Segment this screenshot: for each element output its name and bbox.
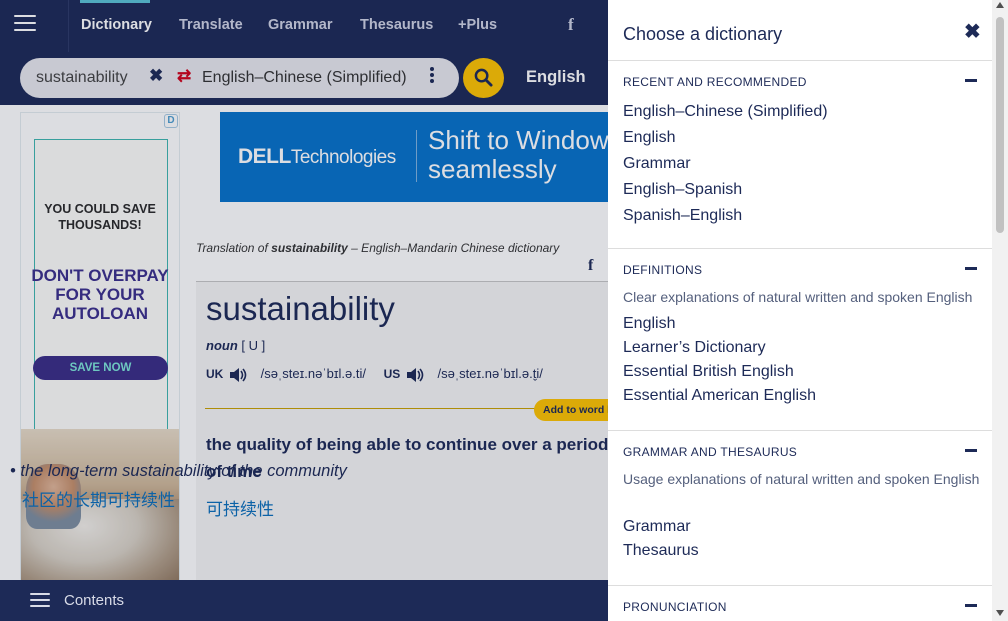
section-description: Clear explanations of natural written an… (623, 289, 973, 305)
section-heading-definitions[interactable]: DEFINITIONS (623, 263, 702, 277)
dictionary-option[interactable]: Spanish–English (623, 207, 828, 233)
collapse-icon[interactable] (965, 449, 977, 452)
collapse-icon[interactable] (965, 604, 977, 607)
dictionary-option[interactable]: English–Chinese (Simplified) (623, 103, 828, 129)
section-heading-grammar-thesaurus[interactable]: GRAMMAR AND THESAURUS (623, 445, 797, 459)
collapse-icon[interactable] (965, 79, 977, 82)
definitions-dictionary-list: English Learner’s Dictionary Essential B… (623, 315, 816, 411)
dictionary-chooser-panel: Choose a dictionary ✖ RECENT AND RECOMME… (608, 0, 1008, 621)
dictionary-option[interactable]: Essential American English (623, 387, 816, 411)
section-description: Usage explanations of natural written an… (623, 471, 980, 487)
contents-bar[interactable]: Contents (0, 580, 608, 621)
scroll-up-arrow-icon[interactable] (996, 2, 1004, 8)
scrollbar-thumb[interactable] (996, 17, 1004, 233)
dictionary-option[interactable]: Thesaurus (623, 542, 699, 566)
dictionary-option[interactable]: English–Spanish (623, 181, 828, 207)
panel-divider (608, 60, 993, 61)
section-heading-recent[interactable]: RECENT AND RECOMMENDED (623, 75, 807, 89)
collapse-icon[interactable] (965, 267, 977, 270)
recent-dictionary-list: English–Chinese (Simplified) English Gra… (623, 103, 828, 233)
dictionary-option[interactable]: Grammar (623, 518, 699, 542)
contents-menu-icon (30, 593, 50, 609)
panel-title: Choose a dictionary (623, 24, 783, 44)
scrollbar[interactable] (992, 0, 1008, 621)
panel-divider (608, 585, 993, 586)
dictionary-option[interactable]: Learner’s Dictionary (623, 339, 816, 363)
grammar-dictionary-list: Grammar Thesaurus (623, 518, 699, 566)
dictionary-option[interactable]: Essential British English (623, 363, 816, 387)
section-heading-pronunciation[interactable]: PRONUNCIATION (623, 600, 727, 614)
dictionary-option[interactable]: English (623, 129, 828, 155)
dictionary-option[interactable]: Grammar (623, 155, 828, 181)
scroll-down-arrow-icon[interactable] (996, 610, 1004, 616)
panel-divider (608, 248, 993, 249)
panel-divider (608, 430, 993, 431)
modal-backdrop[interactable] (0, 0, 608, 621)
contents-label[interactable]: Contents (64, 592, 124, 609)
dictionary-option[interactable]: English (623, 315, 816, 339)
close-icon[interactable]: ✖ (964, 19, 981, 44)
